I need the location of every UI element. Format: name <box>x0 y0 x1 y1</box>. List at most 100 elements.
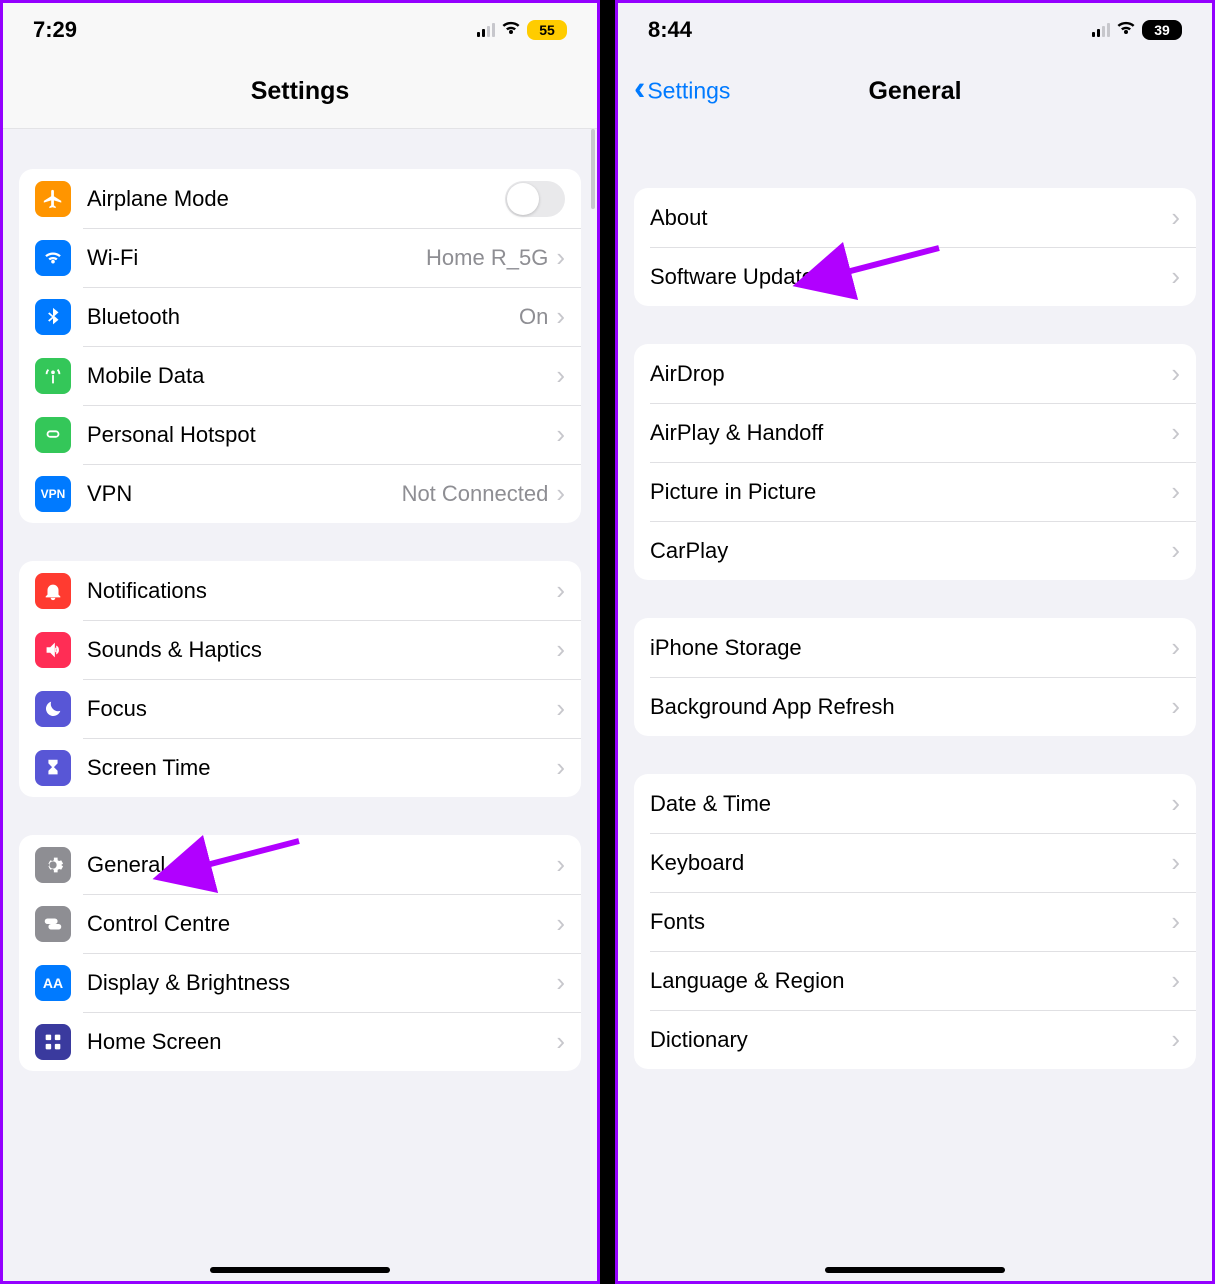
settings-screen: 7:29 55 Settings Airplane Mode <box>0 0 600 1284</box>
home-indicator[interactable] <box>210 1267 390 1273</box>
general-screen: 8:44 39 ‹ Settings General About › Softw… <box>615 0 1215 1284</box>
chevron-right-icon: › <box>556 575 565 606</box>
airplane-toggle[interactable] <box>505 181 565 217</box>
airplane-mode-row[interactable]: Airplane Mode <box>19 169 581 228</box>
chevron-right-icon: › <box>556 478 565 509</box>
home-label: Home Screen <box>87 1029 556 1055</box>
wifi-icon <box>1116 20 1136 41</box>
screentime-row[interactable]: Screen Time › <box>19 738 581 797</box>
chevron-right-icon: › <box>556 419 565 450</box>
storage-row[interactable]: iPhone Storage › <box>634 618 1196 677</box>
display-row[interactable]: AA Display & Brightness › <box>19 953 581 1012</box>
chevron-right-icon: › <box>1171 535 1180 566</box>
dictionary-row[interactable]: Dictionary › <box>634 1010 1196 1069</box>
back-button[interactable]: ‹ Settings <box>634 77 730 104</box>
moon-icon <box>35 691 71 727</box>
chevron-right-icon: › <box>556 360 565 391</box>
sounds-row[interactable]: Sounds & Haptics › <box>19 620 581 679</box>
speaker-icon <box>35 632 71 668</box>
airplane-label: Airplane Mode <box>87 186 505 212</box>
vpn-row[interactable]: VPN VPN Not Connected › <box>19 464 581 523</box>
display-label: Display & Brightness <box>87 970 556 996</box>
notifications-row[interactable]: Notifications › <box>19 561 581 620</box>
chevron-right-icon: › <box>1171 788 1180 819</box>
control-label: Control Centre <box>87 911 556 937</box>
about-group: About › Software Update › <box>634 188 1196 306</box>
chevron-right-icon: › <box>1171 202 1180 233</box>
bluetooth-row[interactable]: Bluetooth On › <box>19 287 581 346</box>
mobile-data-row[interactable]: Mobile Data › <box>19 346 581 405</box>
toggles-icon <box>35 906 71 942</box>
chevron-right-icon: › <box>556 693 565 724</box>
fonts-row[interactable]: Fonts › <box>634 892 1196 951</box>
hotspot-row[interactable]: Personal Hotspot › <box>19 405 581 464</box>
chevron-right-icon: › <box>1171 847 1180 878</box>
hotspot-icon <box>35 417 71 453</box>
vpn-icon: VPN <box>35 476 71 512</box>
keyboard-row[interactable]: Keyboard › <box>634 833 1196 892</box>
carplay-row[interactable]: CarPlay › <box>634 521 1196 580</box>
mobile-label: Mobile Data <box>87 363 556 389</box>
sharing-group: AirDrop › AirPlay & Handoff › Picture in… <box>634 344 1196 580</box>
hotspot-label: Personal Hotspot <box>87 422 556 448</box>
chevron-right-icon: › <box>1171 1024 1180 1055</box>
chevron-right-icon: › <box>1171 906 1180 937</box>
general-row[interactable]: General › <box>19 835 581 894</box>
lang-label: Language & Region <box>650 968 1171 994</box>
bluetooth-label: Bluetooth <box>87 304 519 330</box>
signal-icon <box>1092 23 1110 37</box>
keyboard-label: Keyboard <box>650 850 1171 876</box>
chevron-right-icon: › <box>556 1026 565 1057</box>
system-group: General › Control Centre › AA Display & … <box>19 835 581 1071</box>
software-update-row[interactable]: Software Update › <box>634 247 1196 306</box>
chevron-right-icon: › <box>1171 476 1180 507</box>
about-row[interactable]: About › <box>634 188 1196 247</box>
chevron-right-icon: › <box>1171 632 1180 663</box>
back-label: Settings <box>647 77 730 104</box>
grid-icon <box>35 1024 71 1060</box>
fonts-label: Fonts <box>650 909 1171 935</box>
chevron-right-icon: › <box>556 634 565 665</box>
bell-icon <box>35 573 71 609</box>
sounds-label: Sounds & Haptics <box>87 637 556 663</box>
bluetooth-detail: On <box>519 304 548 330</box>
chevron-right-icon: › <box>556 242 565 273</box>
status-time: 7:29 <box>33 17 77 43</box>
antenna-icon <box>35 358 71 394</box>
focus-row[interactable]: Focus › <box>19 679 581 738</box>
language-row[interactable]: Language & Region › <box>634 951 1196 1010</box>
chevron-right-icon: › <box>556 967 565 998</box>
locale-group: Date & Time › Keyboard › Fonts › Languag… <box>634 774 1196 1069</box>
gear-icon <box>35 847 71 883</box>
status-bar: 8:44 39 <box>618 3 1212 53</box>
bluetooth-icon <box>35 299 71 335</box>
airplay-row[interactable]: AirPlay & Handoff › <box>634 403 1196 462</box>
wifi-icon <box>501 20 521 41</box>
screentime-label: Screen Time <box>87 755 556 781</box>
airdrop-label: AirDrop <box>650 361 1171 387</box>
datetime-row[interactable]: Date & Time › <box>634 774 1196 833</box>
hourglass-icon <box>35 750 71 786</box>
scroll-indicator[interactable] <box>591 129 595 209</box>
airdrop-row[interactable]: AirDrop › <box>634 344 1196 403</box>
carplay-label: CarPlay <box>650 538 1171 564</box>
wifi-label: Wi-Fi <box>87 245 426 271</box>
battery-indicator: 55 <box>527 20 567 40</box>
home-indicator[interactable] <box>825 1267 1005 1273</box>
control-centre-row[interactable]: Control Centre › <box>19 894 581 953</box>
chevron-right-icon: › <box>1171 417 1180 448</box>
update-label: Software Update <box>650 264 1171 290</box>
chevron-right-icon: › <box>1171 358 1180 389</box>
wifi-row[interactable]: Wi-Fi Home R_5G › <box>19 228 581 287</box>
vpn-label: VPN <box>87 481 402 507</box>
status-bar: 7:29 55 <box>3 3 597 53</box>
storage-group: iPhone Storage › Background App Refresh … <box>634 618 1196 736</box>
signal-icon <box>477 23 495 37</box>
chevron-right-icon: › <box>556 301 565 332</box>
general-label: General <box>87 852 556 878</box>
refresh-row[interactable]: Background App Refresh › <box>634 677 1196 736</box>
page-title: Settings <box>251 77 350 105</box>
alerts-group: Notifications › Sounds & Haptics › Focus… <box>19 561 581 797</box>
pip-row[interactable]: Picture in Picture › <box>634 462 1196 521</box>
home-screen-row[interactable]: Home Screen › <box>19 1012 581 1071</box>
